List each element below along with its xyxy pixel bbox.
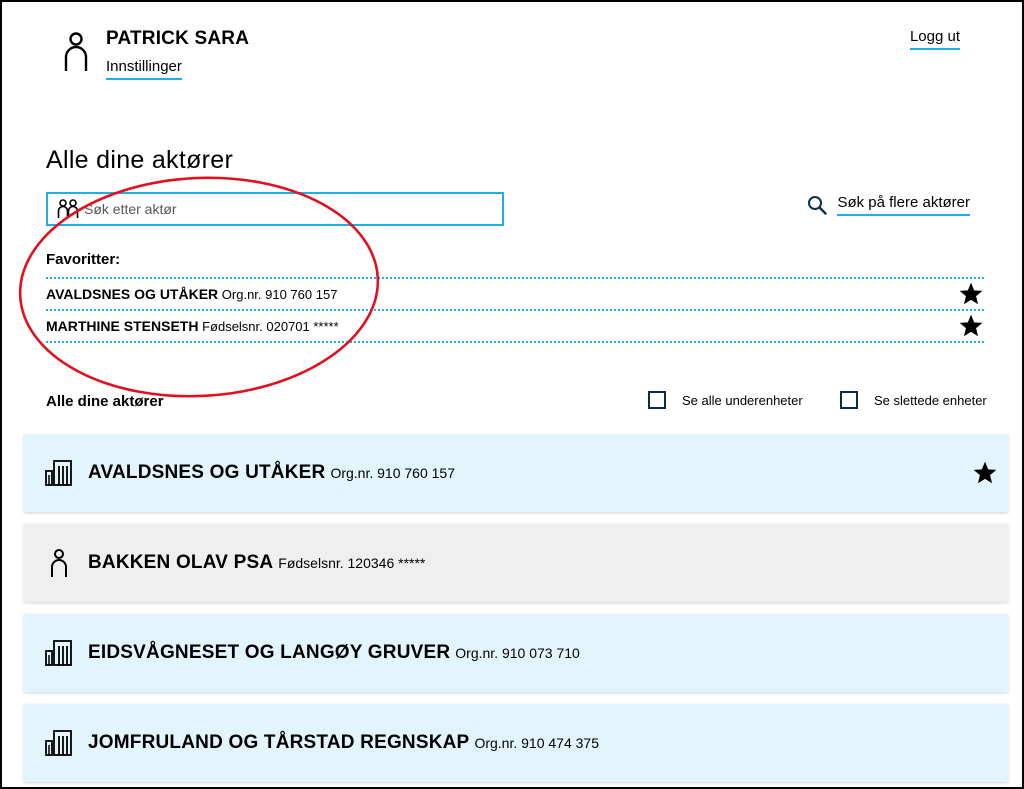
checkbox-box[interactable] [840, 391, 858, 409]
search-more-actors-link[interactable]: Søk på flere aktører [807, 194, 970, 216]
actor-name: AVALDSNES OG UTÅKER [88, 462, 326, 483]
user-icon [64, 32, 88, 71]
show-deleted-label: Se slettede enheter [874, 392, 987, 408]
actor-id: Fødselsnr. 120346 ***** [278, 555, 426, 571]
search-input[interactable] [84, 198, 484, 220]
actor-id: Org.nr. 910 760 157 [330, 465, 455, 481]
actor-name: JOMFRULAND OG TÅRSTAD REGNSKAP [88, 732, 470, 753]
actor-id: Org.nr. 910 474 375 [474, 735, 599, 751]
page-title: Alle dine aktører [46, 146, 234, 174]
logout-link[interactable]: Logg ut [909, 28, 960, 50]
search-box[interactable] [46, 192, 504, 226]
building-icon [45, 730, 72, 756]
favorites-title: Favoritter: [46, 251, 121, 268]
building-icon [45, 640, 72, 666]
actor-card[interactable]: BAKKEN OLAV PSA Fødselsnr. 120346 ***** [24, 524, 1008, 602]
settings-link[interactable]: Innstillinger [106, 58, 182, 80]
show-deleted-checkbox[interactable]: Se slettede enheter [840, 391, 987, 409]
building-icon [45, 460, 72, 486]
actor-card[interactable]: JOMFRULAND OG TÅRSTAD REGNSKAP Org.nr. 9… [24, 704, 1008, 782]
show-subunits-label: Se alle underenheter [682, 392, 803, 408]
people-icon [57, 199, 79, 218]
actor-card[interactable]: AVALDSNES OG UTÅKER Org.nr. 910 760 157 [24, 434, 1008, 512]
favorite-item-name: MARTHINE STENSETH [46, 318, 199, 334]
person-icon [51, 549, 67, 577]
actor-list: AVALDSNES OG UTÅKER Org.nr. 910 760 157 … [24, 434, 1008, 787]
favorite-item-id: Org.nr. 910 760 157 [221, 287, 338, 302]
user-name: PATRICK SARA [106, 28, 250, 49]
star-icon[interactable] [972, 460, 998, 486]
show-subunits-checkbox[interactable]: Se alle underenheter [648, 391, 803, 409]
favorite-item-text: MARTHINE STENSETH Fødselsnr. 020701 ****… [46, 318, 339, 334]
actor-name: EIDSVÅGNESET OG LANGØY GRUVER [88, 642, 451, 663]
favorite-item-id: Fødselsnr. 020701 ***** [202, 319, 339, 334]
favorite-item-text: AVALDSNES OG UTÅKER Org.nr. 910 760 157 [46, 286, 337, 302]
star-icon[interactable] [958, 313, 984, 339]
app-window: PATRICK SARA Innstillinger Logg ut Alle … [0, 0, 1024, 789]
actor-name: BAKKEN OLAV PSA [88, 552, 274, 573]
search-icon [808, 196, 828, 215]
all-actors-title: Alle dine aktører [46, 393, 164, 410]
favorite-item-name: AVALDSNES OG UTÅKER [46, 286, 219, 302]
actor-card[interactable]: EIDSVÅGNESET OG LANGØY GRUVER Org.nr. 91… [24, 614, 1008, 692]
actor-id: Org.nr. 910 073 710 [455, 645, 580, 661]
favorite-item[interactable]: AVALDSNES OG UTÅKER Org.nr. 910 760 157 [46, 279, 984, 311]
favorite-item[interactable]: MARTHINE STENSETH Fødselsnr. 020701 ****… [46, 311, 984, 343]
star-icon[interactable] [958, 281, 984, 307]
favorites-list: AVALDSNES OG UTÅKER Org.nr. 910 760 157 … [46, 277, 984, 343]
search-more-actors-label: Søk på flere aktører [837, 194, 970, 216]
checkbox-box[interactable] [648, 391, 666, 409]
